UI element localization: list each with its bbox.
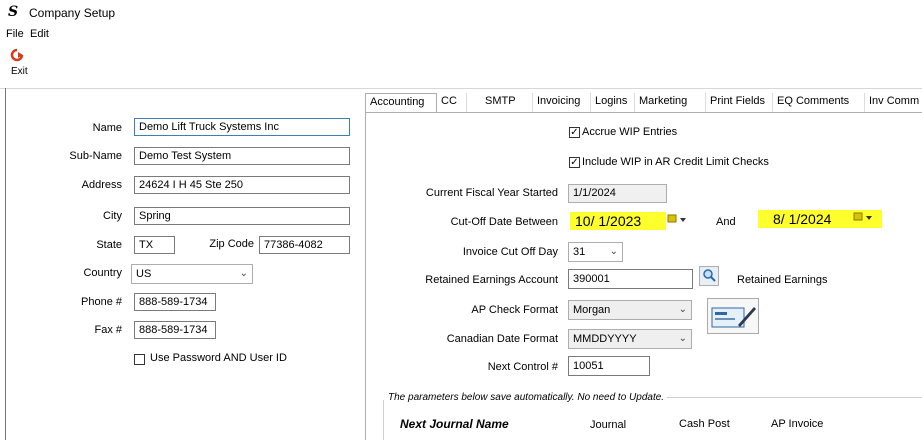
city-field[interactable]: Spring (134, 207, 350, 225)
accrue-wip-label: Accrue WIP Entries (582, 126, 678, 138)
address-label: Address (81, 179, 122, 191)
canadian-date-value: MMDDYYYY (573, 333, 637, 345)
chevron-down-icon: ⌄ (609, 246, 618, 257)
invoice-cutoff-select[interactable]: 31 ⌄ (568, 242, 623, 262)
use-password-label: Use Password AND User ID (150, 352, 287, 364)
state-field[interactable]: TX (134, 236, 175, 254)
phone-label: Phone # (81, 296, 122, 308)
cutoff-to-value: 8/ 1/2024 (773, 211, 832, 227)
tab-accounting[interactable]: Accounting (365, 93, 437, 113)
tab-panel-left-border (365, 112, 366, 440)
zip-field[interactable]: 77386-4082 (259, 236, 350, 254)
tab-inv-comm[interactable]: Inv Comm (865, 93, 922, 112)
menu-file[interactable]: File (6, 28, 24, 40)
invoice-cutoff-value: 31 (573, 246, 586, 258)
cutoff-from-field[interactable]: 10/ 1/2023 (570, 212, 666, 230)
tab-print-fields[interactable]: Print Fields (706, 93, 773, 112)
cutoff-label: Cut-Off Date Between (450, 216, 558, 228)
zip-label: Zip Code (209, 238, 254, 250)
chevron-down-icon: ⌄ (239, 268, 248, 279)
tab-panel-border (365, 112, 922, 113)
include-wip-checkbox[interactable]: ✓ (569, 157, 580, 168)
window-title: Company Setup (29, 6, 116, 20)
country-label: Country (83, 267, 122, 279)
tab-invoicing[interactable]: Invoicing (533, 93, 591, 112)
name-label: Name (92, 122, 122, 134)
exit-icon[interactable] (10, 47, 24, 67)
country-value: US (136, 268, 152, 280)
group-border (383, 400, 387, 440)
state-label: State (96, 239, 122, 251)
canadian-date-select[interactable]: MMDDYYYY ⌄ (568, 329, 692, 349)
menu-edit[interactable]: Edit (30, 28, 49, 40)
toolbar (0, 44, 922, 89)
search-icon[interactable] (699, 266, 719, 286)
subname-label: Sub-Name (69, 150, 122, 162)
tab-cc[interactable]: CC (437, 93, 467, 112)
cutoff-to-field[interactable]: 8/ 1/2024 (758, 210, 852, 228)
address-field[interactable]: 24624 I H 45 Ste 250 (134, 176, 350, 194)
include-wip-label: Include WIP in AR Credit Limit Checks (582, 156, 769, 168)
fiscal-year-field: 1/1/2024 (568, 184, 667, 203)
retained-earnings-name: Retained Earnings (737, 274, 828, 286)
tab-marketing[interactable]: Marketing (635, 93, 706, 112)
invoice-cutoff-label: Invoice Cut Off Day (462, 246, 558, 258)
next-journal-name-header: Next Journal Name (400, 417, 509, 431)
tab-eq-comments[interactable]: EQ Comments (773, 93, 865, 112)
city-label: City (103, 210, 122, 222)
exit-button-label[interactable]: Exit (11, 66, 28, 77)
subname-field[interactable]: Demo Test System (134, 147, 350, 165)
fax-label: Fax # (94, 324, 122, 336)
next-control-field[interactable]: 10051 (568, 356, 650, 376)
title-bar (0, 0, 922, 26)
retained-account-field[interactable]: 390001 (568, 269, 693, 289)
retained-earnings-label: Retained Earnings Account (425, 274, 558, 286)
phone-field[interactable]: 888-589-1734 (134, 293, 216, 311)
journal-column-header: Journal (590, 419, 627, 431)
ap-check-value: Morgan (573, 304, 611, 316)
app-logo-icon: S (8, 4, 19, 20)
tab-smtp[interactable]: SMTP (467, 93, 533, 112)
fax-field[interactable]: 888-589-1734 (134, 321, 216, 339)
chevron-down-icon: ⌄ (678, 304, 687, 315)
name-field[interactable]: Demo Lift Truck Systems Inc (134, 118, 350, 136)
accrue-wip-checkbox[interactable]: ✓ (569, 127, 580, 138)
cash-post-column-header: Cash Post (679, 418, 730, 430)
cutoff-to-calendar-icon[interactable] (852, 210, 882, 228)
use-password-checkbox[interactable] (134, 354, 145, 365)
ap-invoice-column-header: AP Invoice (771, 418, 824, 430)
cutoff-from-value: 10/ 1/2023 (575, 213, 642, 229)
ap-check-label: AP Check Format (471, 304, 558, 316)
country-select[interactable]: US ⌄ (131, 264, 253, 284)
check-preview-icon[interactable] (707, 298, 759, 334)
canadian-date-label: Canadian Date Format (446, 333, 558, 345)
auto-save-note: The parameters below save automatically.… (388, 392, 668, 403)
ap-check-select[interactable]: Morgan ⌄ (568, 300, 692, 320)
and-label: And (716, 216, 736, 228)
left-border (0, 88, 6, 440)
cutoff-from-calendar-icon[interactable] (666, 212, 692, 230)
fiscal-year-label: Current Fiscal Year Started (425, 187, 558, 199)
next-control-label: Next Control # (487, 361, 558, 373)
tab-logins[interactable]: Logins (591, 93, 635, 112)
chevron-down-icon: ⌄ (678, 333, 687, 344)
